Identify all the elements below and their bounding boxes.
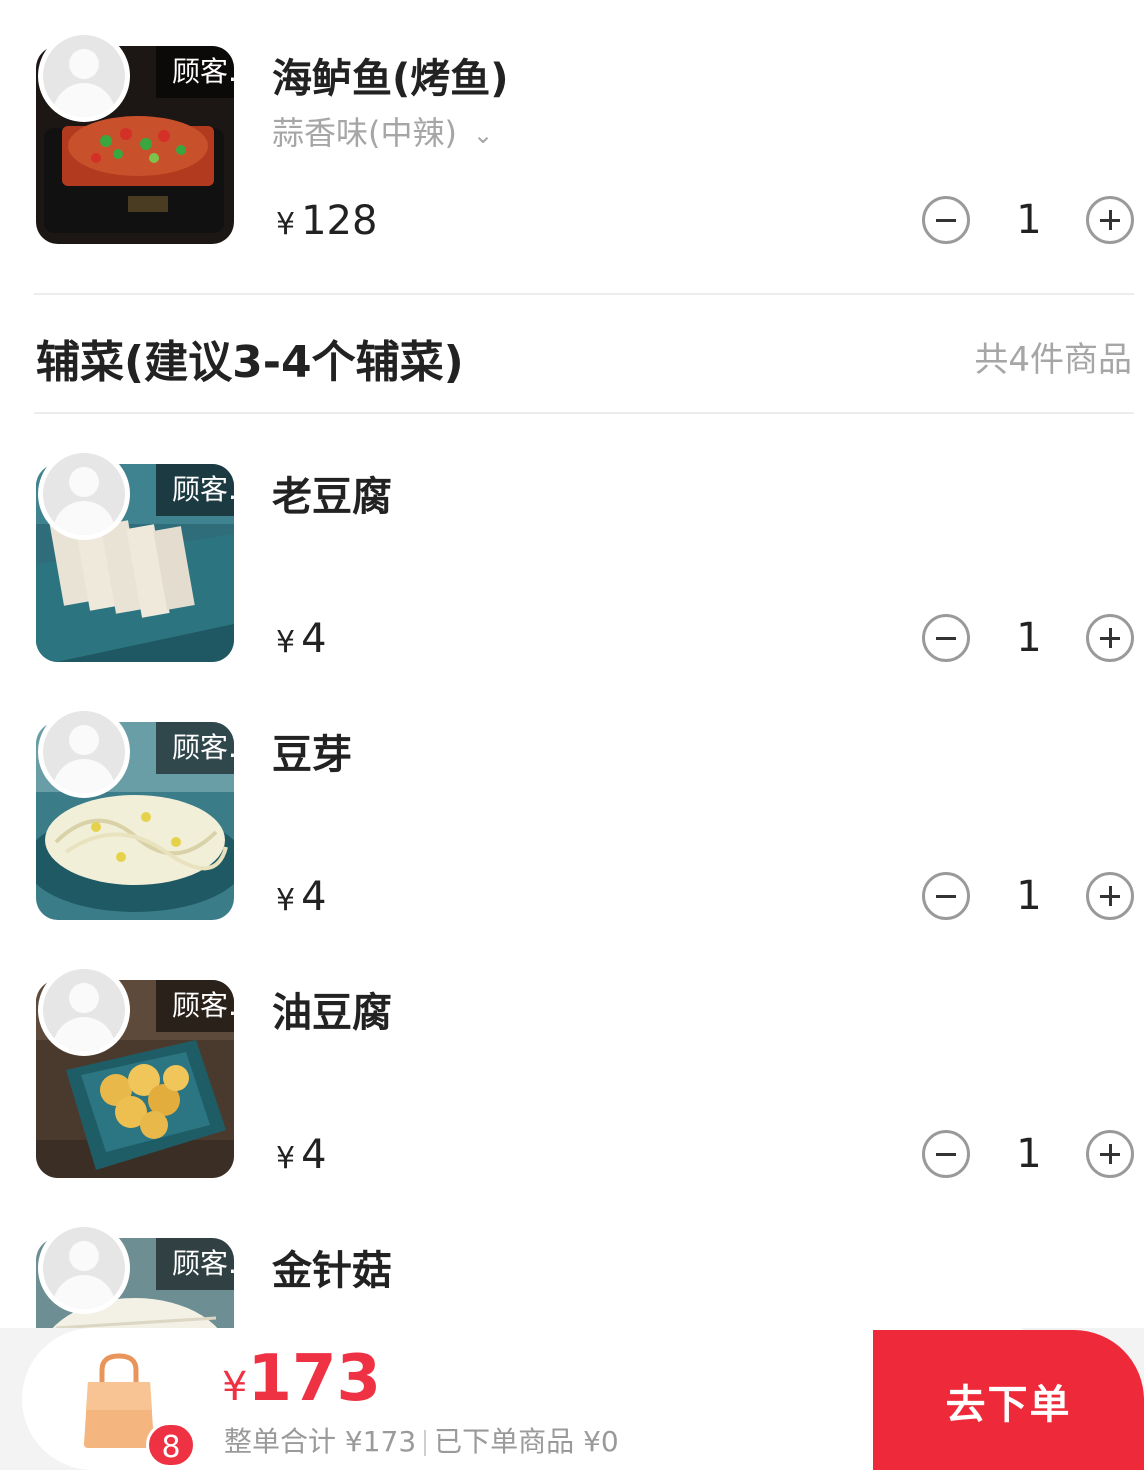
item-price: ¥4 [276, 616, 327, 662]
divider [34, 412, 1134, 414]
item-name: 金针菇 [272, 1248, 392, 1294]
section-title: 辅菜(建议3-4个辅菜) [36, 337, 464, 388]
customer-label: 顾客... [156, 722, 234, 774]
ordered-items-text: 已下单商品 ¥0 [434, 1425, 619, 1458]
customer-label: 顾客... [156, 464, 234, 516]
minus-circle-icon[interactable] [922, 1130, 970, 1178]
user-avatar-icon [38, 1222, 130, 1314]
cart-item-side: 顾客... 老豆腐 ¥4 1 [0, 448, 1144, 664]
cart-item-main: 顾客... 海鲈鱼(烤鱼) 蒜香味(中辣) ⌄ ¥128 1 [0, 30, 1144, 246]
plus-circle-icon[interactable] [1086, 872, 1134, 920]
chevron-down-icon: ⌄ [472, 121, 494, 149]
variant-label: 蒜香味(中辣) [272, 114, 457, 152]
quantity-value: 1 [1016, 1131, 1042, 1177]
order-total-text: 整单合计 ¥173 [224, 1425, 417, 1458]
quantity-stepper: 1 [922, 872, 1136, 922]
section-count: 共4件商品 [974, 340, 1132, 380]
cart-summary-text: 整单合计 ¥173 已下单商品 ¥0 [224, 1420, 619, 1460]
item-price: ¥128 [276, 198, 378, 244]
customer-label: 顾客... [156, 1238, 234, 1290]
minus-circle-icon[interactable] [922, 614, 970, 662]
cart-item-side: 顾客... 油豆腐 ¥4 1 [0, 964, 1144, 1180]
plus-circle-icon[interactable] [1086, 196, 1134, 244]
quantity-value: 1 [1016, 615, 1042, 661]
quantity-stepper: 1 [922, 614, 1136, 664]
separator [424, 1430, 427, 1456]
item-name: 豆芽 [272, 732, 352, 778]
user-avatar-icon [38, 448, 130, 540]
customer-label: 顾客... [156, 46, 234, 98]
cart-count-badge: 8 [146, 1422, 196, 1468]
variant-selector[interactable]: 蒜香味(中辣) ⌄ [272, 108, 493, 154]
quantity-value: 1 [1016, 197, 1042, 243]
shopping-bag-icon[interactable] [80, 1352, 158, 1450]
minus-circle-icon[interactable] [922, 872, 970, 920]
cart-total: ¥173 [222, 1342, 382, 1416]
item-name: 海鲈鱼(烤鱼) [272, 56, 509, 102]
cart-summary[interactable]: 8 ¥173 整单合计 ¥173 已下单商品 ¥0 [22, 1328, 1022, 1470]
item-name: 油豆腐 [272, 990, 392, 1036]
submit-order-button[interactable]: 去下单 [873, 1330, 1144, 1470]
user-avatar-icon [38, 30, 130, 122]
quantity-stepper: 1 [922, 1130, 1136, 1180]
item-price: ¥4 [276, 874, 327, 920]
quantity-stepper: 1 [922, 196, 1136, 246]
divider [34, 293, 1134, 295]
plus-circle-icon[interactable] [1086, 614, 1134, 662]
minus-circle-icon[interactable] [922, 196, 970, 244]
item-name: 老豆腐 [272, 474, 392, 520]
plus-circle-icon[interactable] [1086, 1130, 1134, 1178]
quantity-value: 1 [1016, 873, 1042, 919]
item-price: ¥4 [276, 1132, 327, 1178]
customer-label: 顾客... [156, 980, 234, 1032]
cart-item-side: 顾客... 豆芽 ¥4 1 [0, 706, 1144, 922]
user-avatar-icon [38, 706, 130, 798]
user-avatar-icon [38, 964, 130, 1056]
